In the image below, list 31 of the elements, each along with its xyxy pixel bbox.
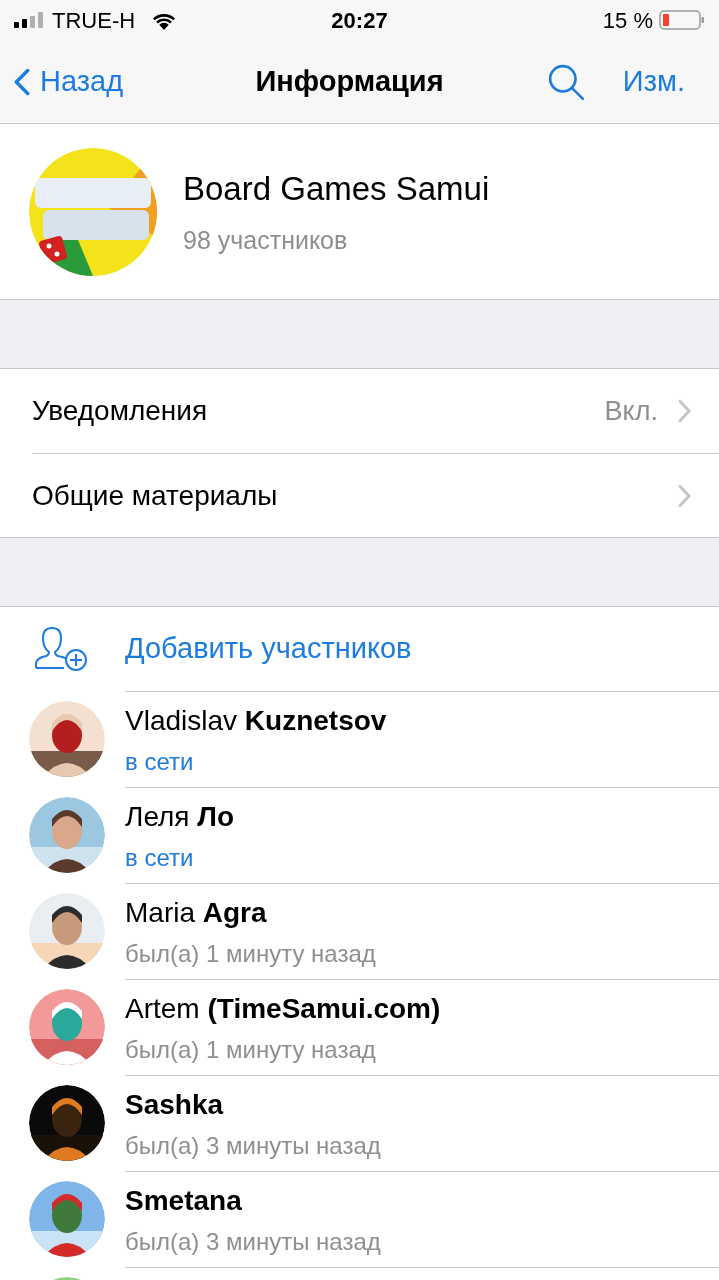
- chevron-icon: [678, 483, 691, 508]
- member-status: в сети: [125, 842, 195, 873]
- chevron-icon: [678, 399, 691, 423]
- member-name[interactable]: Vladislav Kuznetsov: [125, 699, 719, 742]
- search-icon[interactable]: [546, 62, 585, 101]
- battery-percentage: 15 %: [602, 6, 653, 35]
- settings-item[interactable]: Общие материалы: [32, 474, 678, 517]
- add-user-icon: [34, 626, 90, 672]
- settings-item[interactable]: Уведомления: [32, 390, 605, 432]
- screen-title: Информация: [255, 63, 444, 99]
- member-status: был(а) 3 минуты назад: [125, 1226, 382, 1257]
- member-name[interactable]: Sashka: [125, 1083, 719, 1126]
- group-name: Board Games Samui: [183, 169, 490, 209]
- member-name[interactable]: Smetana: [125, 1179, 719, 1222]
- settings-value: Вкл.: [604, 394, 658, 428]
- clock-time: 20:27: [331, 6, 388, 35]
- back-button[interactable]: Назад: [14, 59, 124, 104]
- member-name[interactable]: Artem (TimeSamui.com): [125, 987, 719, 1030]
- member-status: был(а) 3 минуты назад: [125, 1130, 382, 1161]
- battery-icon: [659, 10, 705, 30]
- carrier-name: TRUE-H: [52, 6, 136, 35]
- member-count: 98 участников: [183, 224, 349, 256]
- member-status: был(а) 1 минуту назад: [125, 1034, 377, 1065]
- edit-button[interactable]: Изм.: [622, 59, 685, 104]
- add-members-button[interactable]: Добавить участников: [125, 627, 412, 671]
- member-name[interactable]: Леля Ло: [125, 795, 719, 838]
- back-chevron-icon: [14, 67, 30, 96]
- member-status: в сети: [125, 746, 195, 777]
- member-status: был(а) 1 минуту назад: [125, 938, 377, 969]
- signal-icon: [14, 12, 46, 28]
- member-name[interactable]: Maria Agra: [125, 891, 719, 934]
